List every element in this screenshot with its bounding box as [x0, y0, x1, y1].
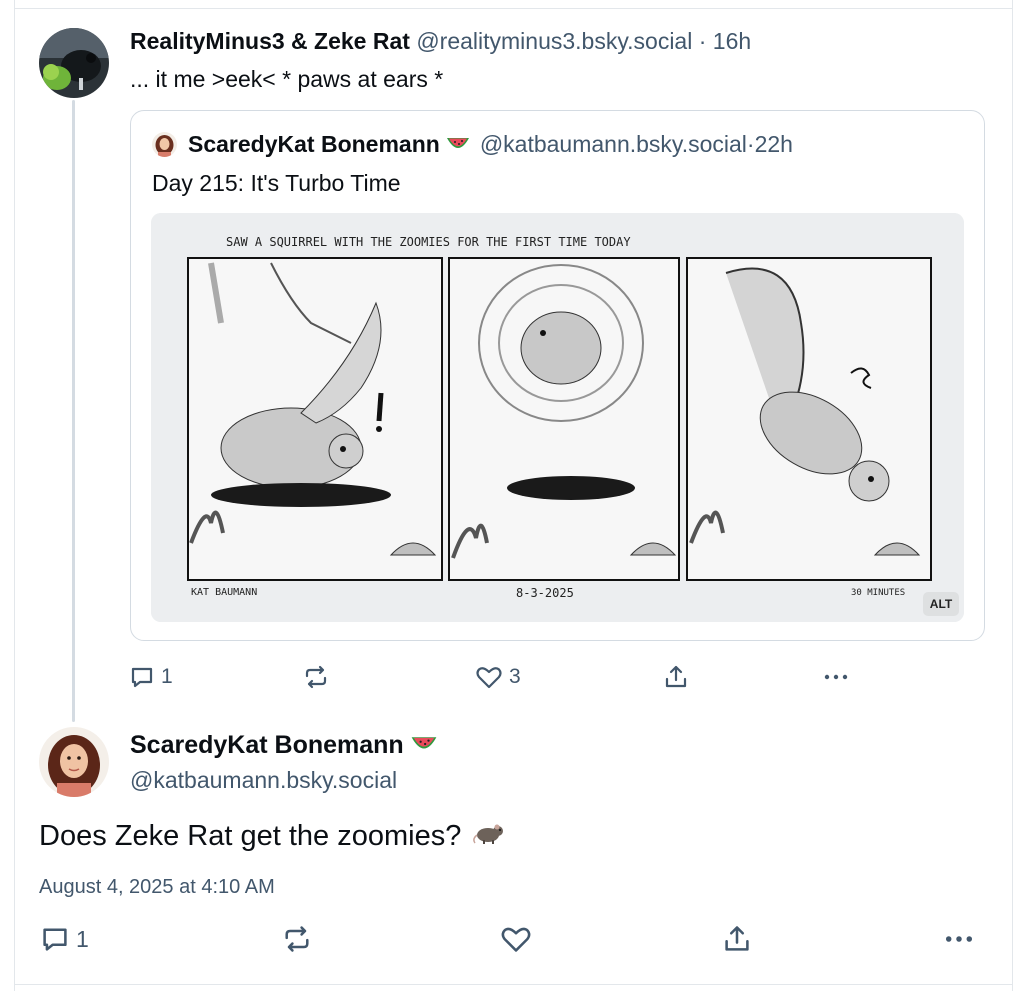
comic-duration: 30 MINUTES	[851, 588, 905, 598]
parent-like-count: 3	[509, 665, 521, 688]
more-icon	[822, 664, 850, 690]
comic-date: 8-3-2025	[516, 586, 574, 600]
thread-connector-line	[72, 100, 75, 722]
frame-right-border	[1012, 0, 1013, 991]
main-post-timestamp[interactable]: August 4, 2025 at 4:10 AM	[39, 876, 275, 899]
parent-repost-button[interactable]	[302, 664, 330, 690]
quote-author-name[interactable]: ScaredyKat Bonemann	[188, 131, 440, 158]
repost-icon	[281, 924, 313, 954]
main-author-row: ScaredyKat Bonemann	[130, 731, 438, 760]
reply-icon	[129, 664, 155, 690]
reply-icon	[40, 924, 70, 954]
main-author-name[interactable]: ScaredyKat Bonemann	[130, 731, 404, 760]
rat-icon	[471, 820, 507, 853]
main-author-handle[interactable]: @katbaumann.bsky.social	[130, 767, 397, 794]
frame-left-border	[14, 0, 15, 991]
repost-icon	[302, 664, 330, 690]
frame-bottom-border	[14, 984, 1012, 985]
parent-separator: ·	[692, 28, 713, 54]
parent-post-time[interactable]: 16h	[713, 28, 751, 54]
main-reply-count: 1	[76, 925, 89, 952]
parent-author-handle[interactable]: @realityminus3.bsky.social	[416, 28, 692, 54]
parent-author-name[interactable]: RealityMinus3 & Zeke Rat	[130, 28, 410, 54]
share-icon	[663, 664, 689, 690]
main-repost-button[interactable]	[281, 924, 313, 954]
quote-separator: ·	[746, 131, 755, 157]
quote-post-time[interactable]: 22h	[755, 131, 793, 158]
parent-reply-button[interactable]: 1	[129, 664, 173, 690]
share-icon	[722, 924, 752, 954]
quote-header: ScaredyKat Bonemann @katbaumann.bsky.soc…	[152, 131, 793, 158]
main-share-button[interactable]	[722, 924, 752, 954]
more-icon	[943, 924, 975, 954]
parent-like-button[interactable]: 3	[475, 664, 521, 690]
comic-image[interactable]: SAW A SQUIRREL WITH THE ZOOMIES FOR THE …	[151, 213, 964, 622]
parent-more-button[interactable]	[822, 664, 850, 690]
quote-author-handle[interactable]: @katbaumann.bsky.social	[480, 131, 747, 158]
parent-reply-count: 1	[161, 665, 173, 688]
comic-caption: SAW A SQUIRREL WITH THE ZOOMIES FOR THE …	[226, 235, 631, 249]
like-icon	[475, 664, 503, 690]
main-post-text: Does Zeke Rat get the zoomies?	[39, 820, 462, 852]
main-like-button[interactable]	[500, 924, 532, 954]
watermelon-icon	[446, 131, 470, 158]
parent-post-text: ... it me >eek< * paws at ears *	[130, 66, 444, 92]
quote-author-avatar	[152, 132, 177, 157]
main-post-text-row: Does Zeke Rat get the zoomies?	[39, 820, 507, 853]
parent-post-header: RealityMinus3 & Zeke Rat @realityminus3.…	[130, 28, 751, 55]
main-more-button[interactable]	[943, 924, 975, 954]
like-icon	[500, 924, 532, 954]
main-author-avatar[interactable]	[39, 727, 109, 797]
quote-post-text: Day 215: It's Turbo Time	[152, 170, 401, 196]
parent-author-avatar[interactable]	[39, 28, 109, 98]
frame-top-border	[14, 8, 1012, 9]
alt-badge[interactable]: ALT	[923, 592, 959, 616]
parent-share-button[interactable]	[663, 664, 689, 690]
watermelon-icon	[410, 731, 438, 760]
main-reply-button[interactable]: 1	[40, 924, 89, 954]
comic-signature: KAT BAUMANN	[191, 587, 257, 598]
